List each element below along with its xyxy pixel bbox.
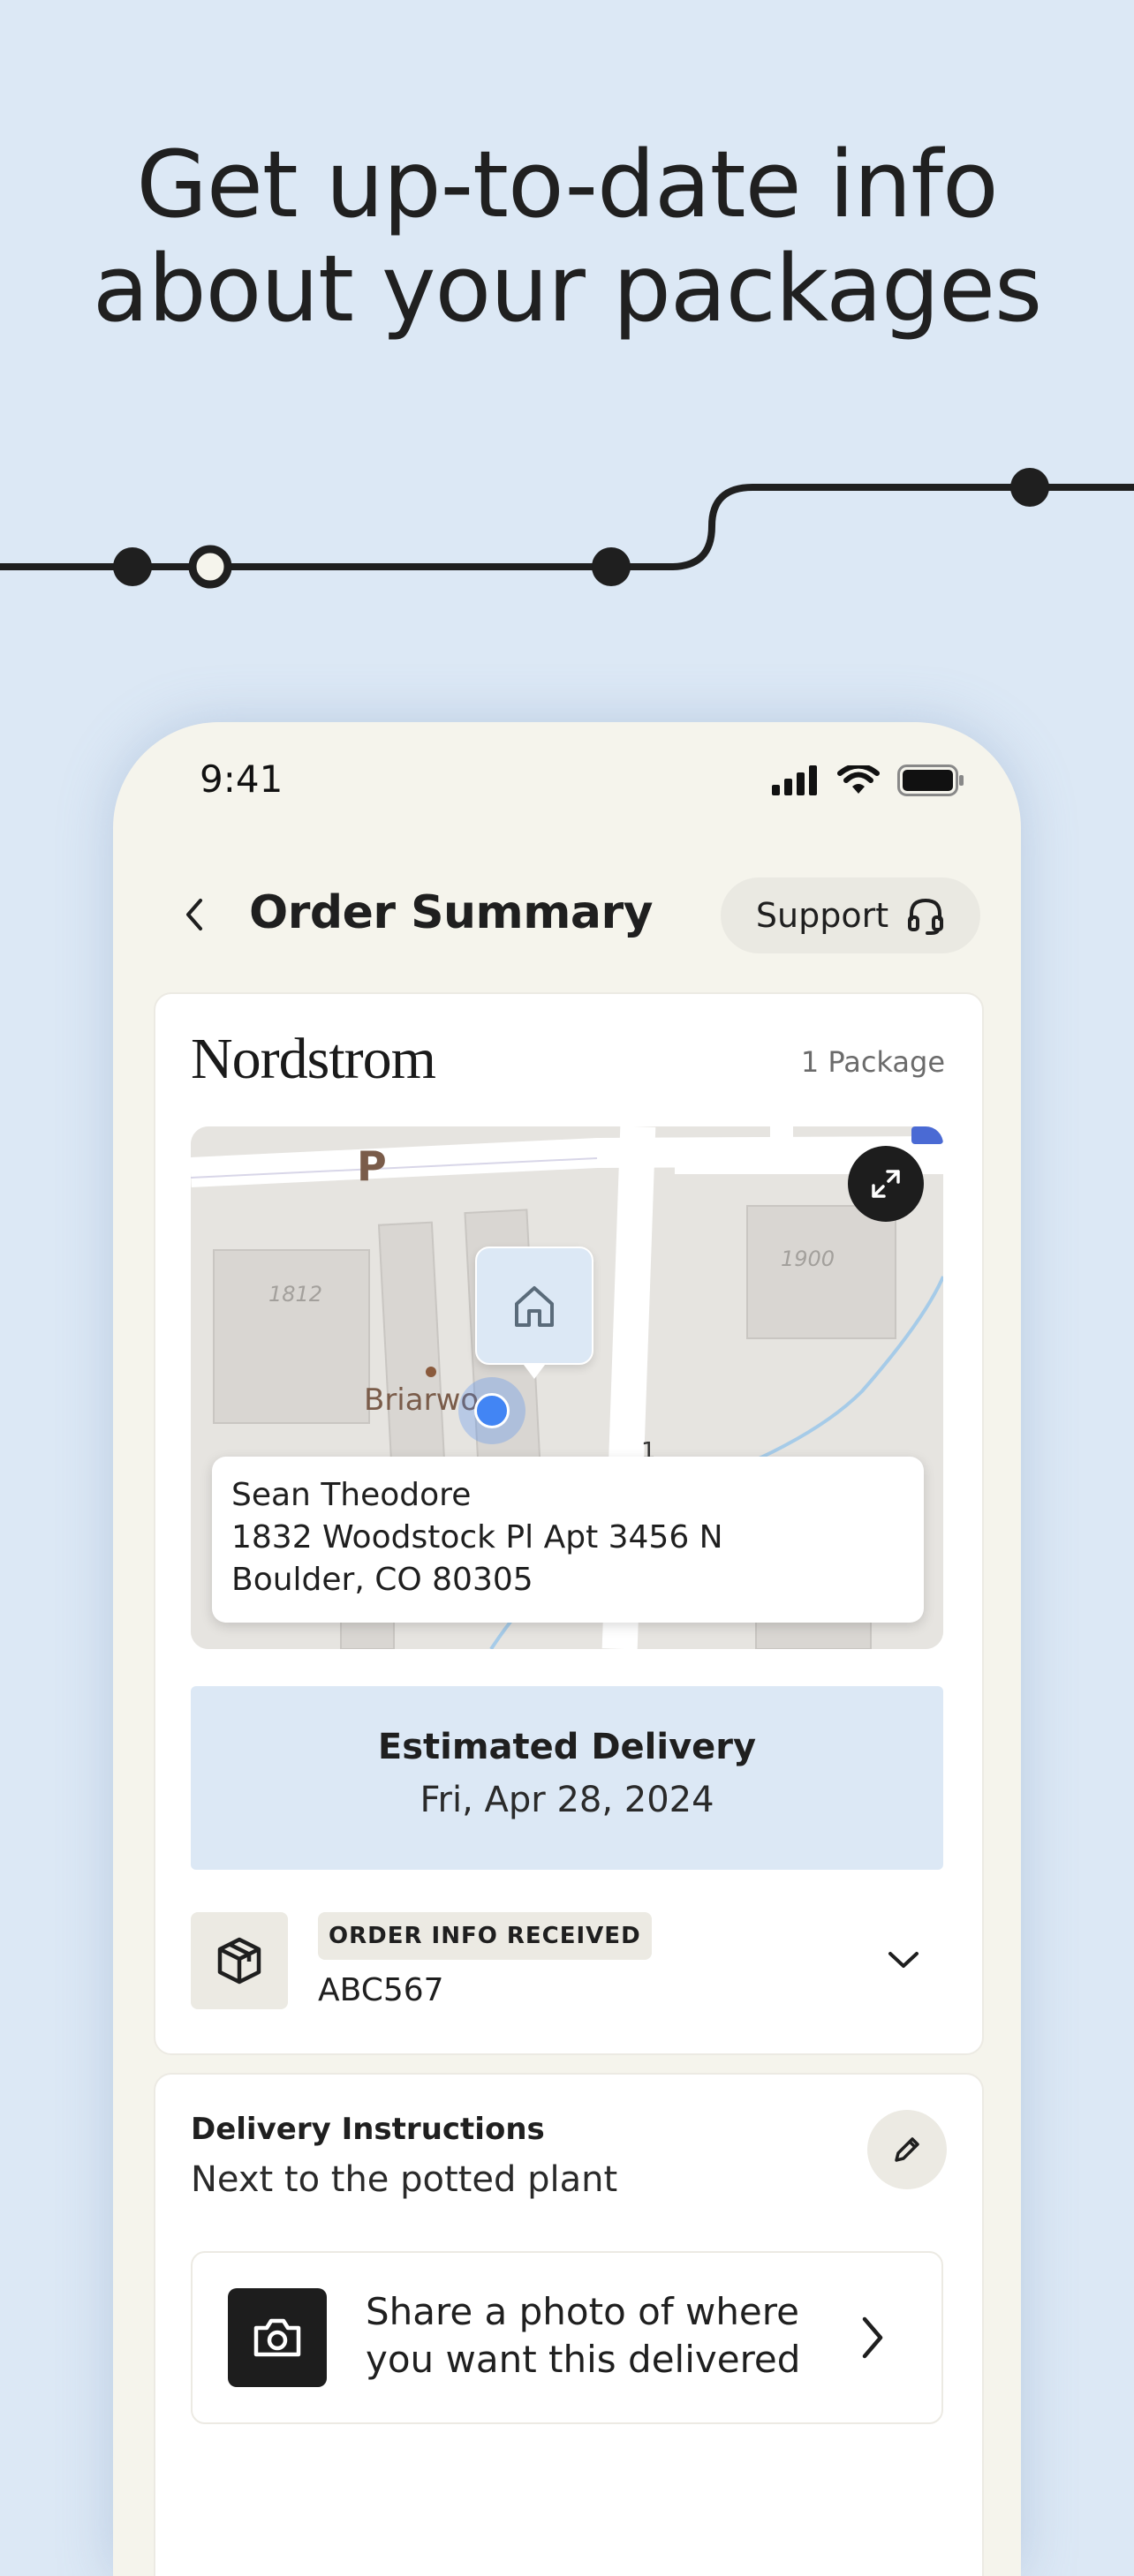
delivery-instructions-title: Delivery Instructions (191, 2112, 545, 2147)
package-count: 1 Package (800, 1045, 945, 1079)
cellular-signal-icon (772, 765, 817, 795)
camera-icon (253, 2318, 301, 2357)
pencil-icon (895, 2137, 919, 2162)
delivery-instructions-text: Next to the potted plant (191, 2159, 618, 2200)
estimated-delivery-panel: Estimated Delivery Fri, Apr 28, 2024 (191, 1686, 943, 1870)
chevron-down-icon (888, 1952, 919, 1968)
edit-instructions-button[interactable] (867, 2110, 947, 2189)
battery-icon (897, 765, 964, 796)
svg-text:1900: 1900 (781, 1247, 835, 1271)
recipient-name: Sean Theodore (231, 1477, 472, 1513)
timeline-dot (113, 547, 152, 586)
status-bar-icons (772, 765, 964, 796)
order-id: ABC567 (318, 1972, 444, 2008)
parking-marker: P (357, 1142, 387, 1190)
timeline-dot (1010, 468, 1049, 507)
timeline-dot-current (188, 545, 232, 589)
headline-line-2: about your packages (92, 235, 1042, 343)
share-photo-button[interactable]: Share a photo of where you want this del… (191, 2251, 943, 2424)
current-location-dot (474, 1393, 510, 1428)
share-photo-text: Share a photo of where you want this del… (366, 2290, 801, 2381)
page-title: Order Summary (249, 886, 654, 939)
chevron-left-icon (186, 899, 202, 930)
tracking-timeline-graphic (0, 468, 1134, 589)
chevron-right-icon (862, 2316, 883, 2359)
headset-icon (908, 898, 944, 935)
package-icon-tile (191, 1912, 288, 2009)
phone-mockup: 9:41 Order Summary Support Nordstrom 1 P… (113, 722, 1021, 2576)
expand-status-button[interactable] (881, 1939, 926, 1983)
support-button-label: Support (755, 896, 889, 935)
delivery-instructions-card: Delivery Instructions Next to the potted… (154, 2073, 984, 2576)
home-pin[interactable] (475, 1247, 593, 1379)
camera-icon-tile (228, 2288, 327, 2387)
retailer-logo: Nordstrom (191, 1027, 436, 1091)
expand-map-button[interactable] (848, 1146, 924, 1222)
navigation-bar: Order Summary Support (113, 870, 1021, 955)
delivery-address-card: Sean Theodore 1832 Woodstock Pl Apt 3456… (212, 1457, 924, 1623)
home-icon (515, 1286, 554, 1327)
address-line-2: Boulder, CO 80305 (231, 1562, 533, 1598)
address-line-1: 1832 Woodstock Pl Apt 3456 N (231, 1519, 723, 1555)
svg-text:1812: 1812 (268, 1282, 322, 1307)
chevron-right-icon-wrap (846, 2311, 899, 2364)
status-bar-time: 9:41 (200, 757, 284, 801)
timeline-dot (592, 547, 631, 586)
expand-icon (872, 1170, 900, 1198)
status-badge: ORDER INFO RECEIVED (318, 1912, 652, 1960)
marketing-headline: Get up-to-date info about your packages (0, 132, 1134, 341)
back-button[interactable] (166, 886, 223, 943)
estimated-delivery-label: Estimated Delivery (377, 1727, 757, 1767)
support-button[interactable]: Support (721, 877, 980, 953)
headline-line-1: Get up-to-date info (136, 131, 998, 238)
estimated-delivery-date: Fri, Apr 28, 2024 (420, 1780, 714, 1820)
package-box-icon (217, 1937, 261, 1985)
order-card: Nordstrom 1 Package 1812 1900 1 P Briarw… (154, 992, 984, 2055)
wifi-icon (837, 765, 880, 794)
delivery-map[interactable]: 1812 1900 1 P Briarwo Sean Theodore 1832… (191, 1126, 943, 1649)
package-status-row[interactable]: ORDER INFO RECEIVED ABC567 (191, 1912, 943, 2011)
